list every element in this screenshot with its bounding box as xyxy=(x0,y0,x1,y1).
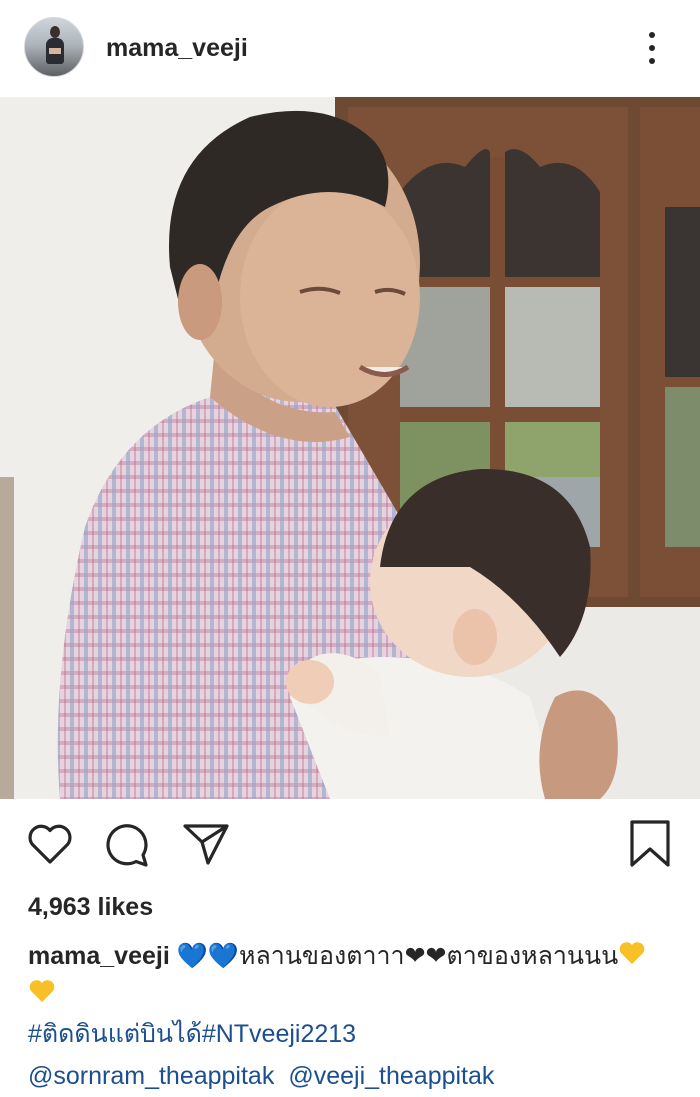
post-username[interactable]: mama_veeji xyxy=(106,34,248,63)
more-options-icon[interactable] xyxy=(640,28,664,68)
yellow-heart-icon xyxy=(619,942,645,964)
avatar-figure-head xyxy=(50,26,60,38)
caption-text-1: หลานของตาาา xyxy=(239,942,405,970)
post-header: mama_veeji xyxy=(0,0,700,97)
mentions: @sornram_theappitak @veeji_theappitak xyxy=(28,1058,494,1094)
hashtags[interactable]: #ติดดินแต่บินได้#NTveeji2213 xyxy=(28,1016,356,1052)
avatar-figure-midriff xyxy=(49,48,61,54)
likes-count[interactable]: 4,963 likes xyxy=(28,893,153,922)
post-photo[interactable] xyxy=(0,97,700,799)
heart-icon[interactable] xyxy=(26,822,74,866)
comment-icon[interactable] xyxy=(104,822,152,868)
yellow-heart-icon xyxy=(29,980,55,1002)
post-caption: mama_veeji 💙💙หลานของตาาา❤❤ตาของหลานนน xyxy=(28,937,678,1013)
action-bar xyxy=(0,808,700,878)
mention-link[interactable]: @veeji_theappitak xyxy=(288,1062,494,1090)
avatar[interactable] xyxy=(24,17,84,77)
caption-text-2: ตาของหลานนน xyxy=(446,942,619,970)
blue-heart-emojis: 💙💙 xyxy=(176,941,239,970)
bookmark-icon[interactable] xyxy=(628,819,672,869)
black-heart-emojis: ❤❤ xyxy=(404,941,447,970)
photo-illustration xyxy=(0,97,700,799)
caption-username[interactable]: mama_veeji xyxy=(28,942,170,970)
mention-link[interactable]: @sornram_theappitak xyxy=(28,1062,274,1090)
share-icon[interactable] xyxy=(182,822,230,866)
